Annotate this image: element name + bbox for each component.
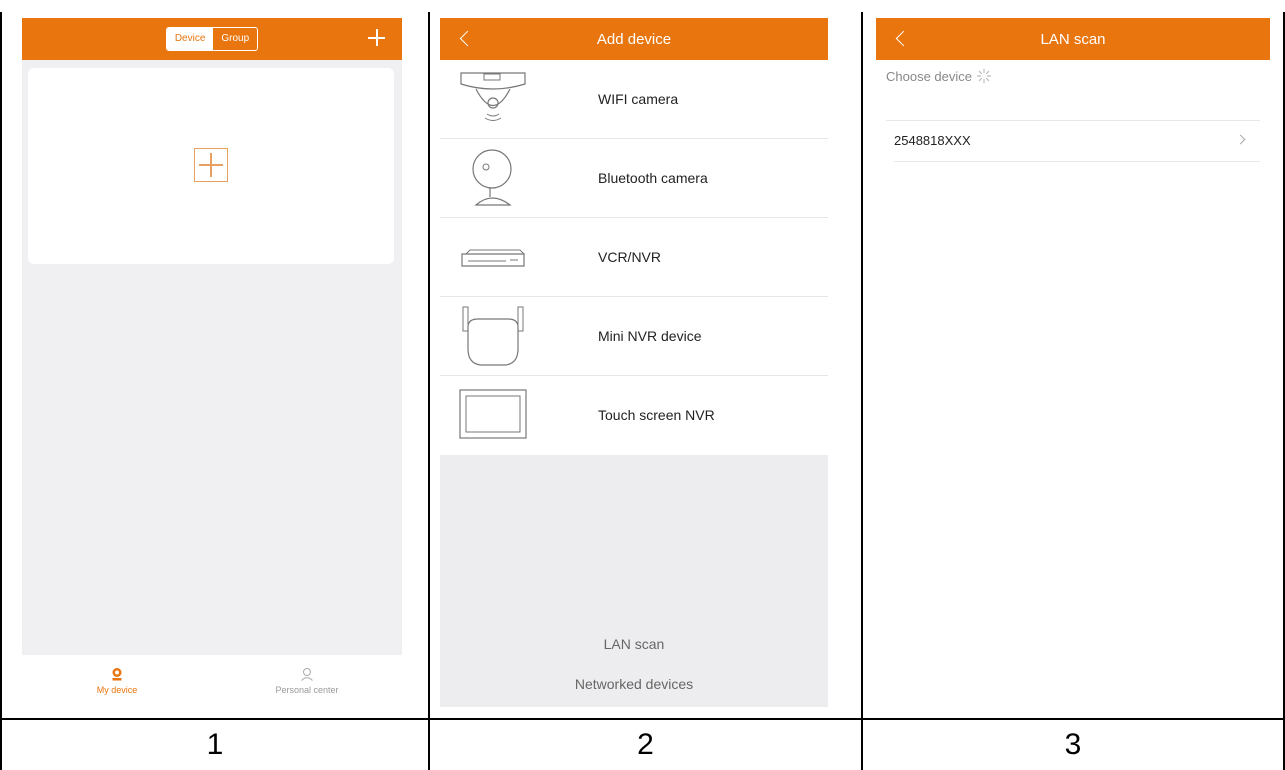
screen-my-device: Device Group My device Personal center (22, 18, 402, 707)
list-item-bluetooth-camera[interactable]: Bluetooth camera (440, 139, 828, 218)
tab-personal-center[interactable]: Personal center (212, 655, 402, 707)
list-item-lan-device[interactable]: 2548818XXX (894, 121, 1256, 161)
tab-personal-center-label: Personal center (275, 685, 339, 695)
segment-group[interactable]: Group (213, 28, 257, 50)
device-label: VCR/NVR (598, 249, 662, 265)
device-label: Touch screen NVR (598, 407, 715, 423)
networked-devices-link[interactable]: Networked devices (440, 676, 828, 692)
page-title: LAN scan (1040, 30, 1106, 48)
screen-add-device: Add device WIFI camera Bluetooth camera (440, 18, 828, 707)
choose-device-heading: Choose device (886, 68, 992, 84)
device-label: Mini NVR device (598, 328, 702, 344)
back-icon[interactable] (456, 26, 476, 52)
chevron-right-icon (1235, 134, 1246, 145)
segment-device[interactable]: Device (166, 28, 214, 50)
screen-lan-scan: LAN scan Choose device 2548818XXX (876, 18, 1270, 707)
device-id: 2548818XXX (894, 133, 971, 148)
grid-line (428, 12, 430, 770)
top-bar: Device Group (22, 18, 402, 60)
mini-nvr-icon (462, 306, 524, 366)
touch-screen-nvr-icon (459, 389, 527, 439)
device-type-list: WIFI camera Bluetooth camera VCR/NVR Min… (440, 60, 828, 455)
list-item-mini-nvr[interactable]: Mini NVR device (440, 297, 828, 376)
list-item-wifi-camera[interactable]: WIFI camera (440, 60, 828, 139)
caption-1: 1 (206, 728, 224, 761)
tab-my-device[interactable]: My device (22, 655, 212, 707)
choose-device-label: Choose device (886, 68, 972, 84)
add-icon[interactable] (366, 27, 388, 49)
list-item-touch-screen-nvr[interactable]: Touch screen NVR (440, 376, 828, 455)
back-icon[interactable] (892, 26, 912, 52)
add-device-button[interactable] (194, 148, 228, 182)
tab-my-device-label: My device (96, 685, 138, 695)
vcr-nvr-icon (461, 249, 525, 267)
top-bar: LAN scan (876, 18, 1270, 60)
caption-3: 3 (1064, 728, 1082, 761)
device-label: Bluetooth camera (598, 170, 708, 186)
wifi-camera-icon (460, 72, 526, 121)
device-label: WIFI camera (598, 91, 679, 107)
page-title: Add device (596, 30, 672, 48)
bluetooth-camera-icon (472, 149, 512, 206)
camera-icon (112, 668, 122, 681)
caption-2: 2 (637, 728, 654, 761)
top-bar: Add device (440, 18, 828, 60)
device-group-segment: Device Group (165, 27, 259, 51)
person-icon (301, 668, 313, 681)
lan-scan-link[interactable]: LAN scan (440, 636, 828, 652)
add-device-card (28, 68, 394, 264)
tab-bar: My device Personal center (22, 655, 402, 707)
divider (894, 161, 1260, 162)
list-item-vcr-nvr[interactable]: VCR/NVR (440, 218, 828, 297)
grid-line (861, 12, 863, 770)
grid-line (0, 12, 2, 770)
loading-spinner-icon (976, 68, 992, 84)
